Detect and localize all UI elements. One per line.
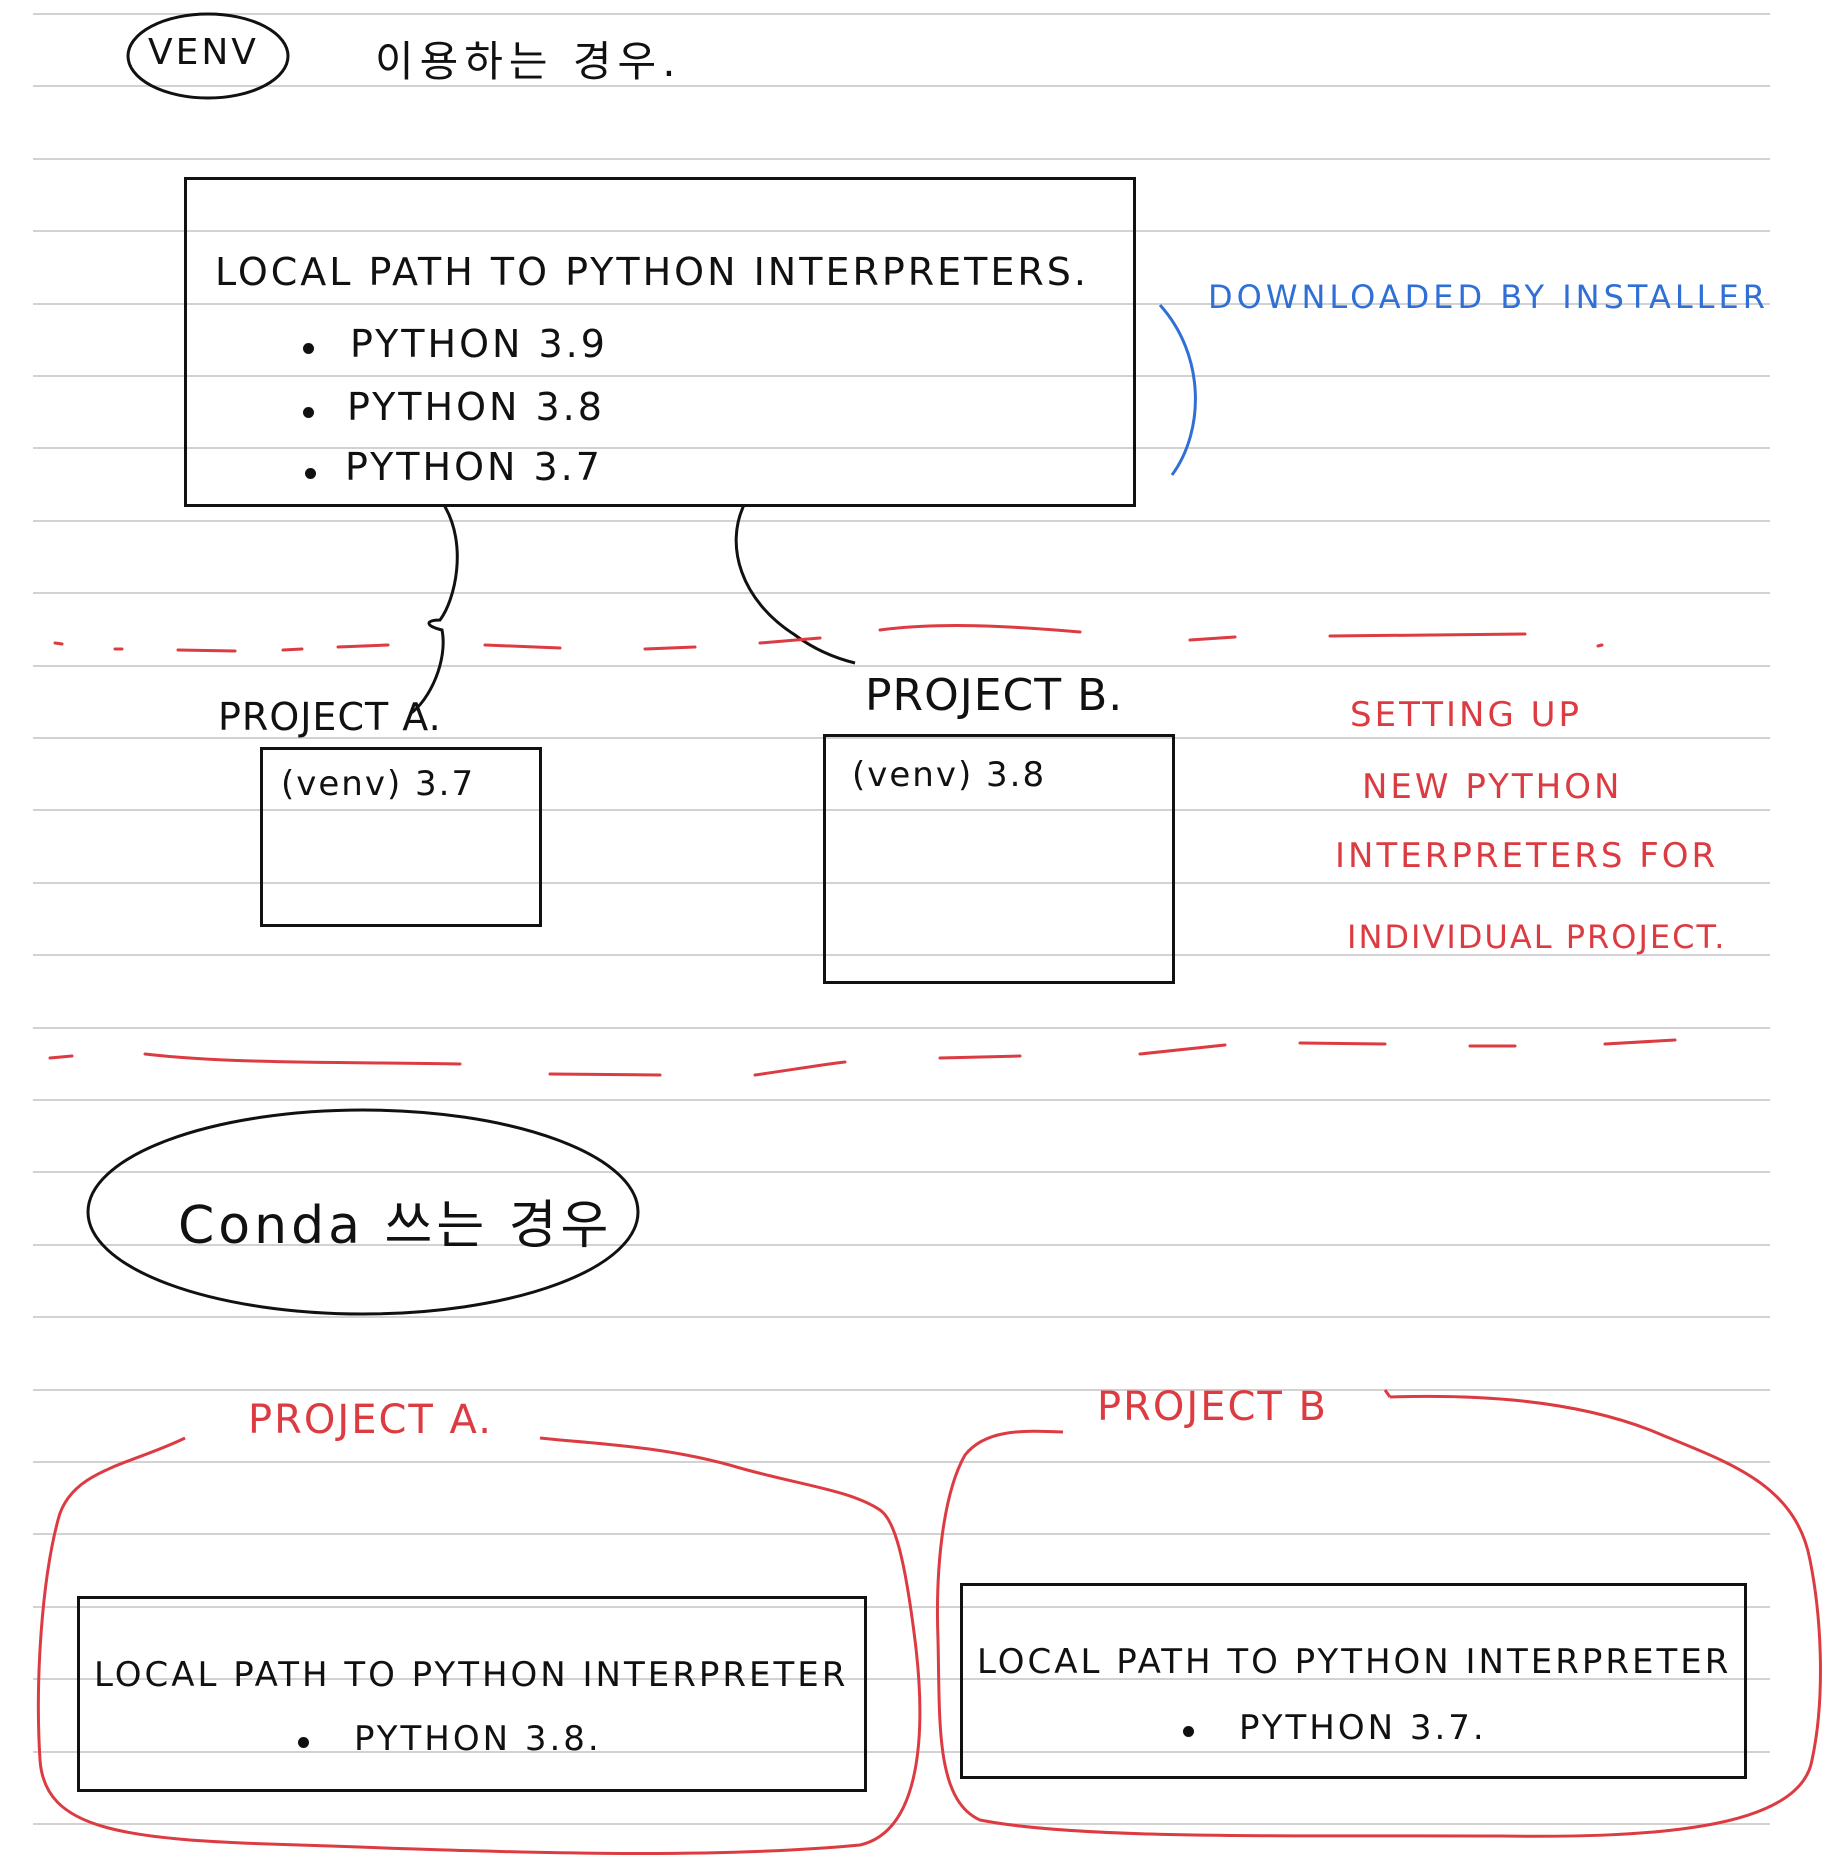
venv-project-a-label: PROJECT A. (218, 695, 442, 739)
conda-project-b-title: LOCAL PATH TO PYTHON INTERPRETER (977, 1642, 1732, 1682)
conda-heading: Conda 쓰는 경우 (178, 1196, 613, 1256)
venv-badge: VENV (148, 32, 259, 73)
conda-project-b-box: LOCAL PATH TO PYTHON INTERPRETER PYTHON … (960, 1583, 1747, 1779)
conda-project-a-box: LOCAL PATH TO PYTHON INTERPRETER PYTHON … (77, 1596, 867, 1792)
bullet-icon (303, 407, 314, 418)
venv-project-b-box: (venv) 3.8 (823, 734, 1175, 984)
red-separator-top (53, 624, 1604, 653)
interpreter-item: PYTHON 3.7 (345, 445, 603, 489)
interpreter-item: PYTHON 3.9 (350, 322, 608, 366)
setup-note-line: SETTING UP (1350, 695, 1583, 735)
setup-note-line: NEW PYTHON (1362, 767, 1623, 807)
setup-note-line: INDIVIDUAL PROJECT. (1347, 918, 1727, 956)
connector-project-a (409, 504, 459, 716)
bullet-icon (298, 1737, 309, 1748)
bullet-icon (303, 343, 314, 354)
setup-note-line: INTERPRETERS FOR (1335, 836, 1719, 876)
conda-project-a-item: PYTHON 3.8. (354, 1719, 602, 1759)
bullet-icon (1183, 1726, 1194, 1737)
conda-project-a-title: LOCAL PATH TO PYTHON INTERPRETER (94, 1655, 849, 1695)
venv-project-b-label: PROJECT B. (865, 670, 1124, 721)
notebook-page: VENV 이용하는 경우. LOCAL PATH TO PYTHON INTER… (0, 0, 1826, 1860)
red-separator-middle (48, 1038, 1677, 1077)
installer-bracket (1158, 303, 1197, 476)
conda-project-b-label: PROJECT B (1097, 1384, 1328, 1430)
bullet-icon (305, 468, 316, 479)
interpreter-item: PYTHON 3.8 (347, 385, 605, 429)
venv-project-a-env: (venv) 3.7 (281, 764, 476, 804)
interpreters-title: LOCAL PATH TO PYTHON INTERPRETERS. (215, 250, 1090, 294)
conda-project-a-label: PROJECT A. (248, 1397, 493, 1443)
conda-project-b-item: PYTHON 3.7. (1239, 1708, 1487, 1748)
venv-project-b-env: (venv) 3.8 (852, 755, 1047, 795)
installer-note: DOWNLOADED BY INSTALLER (1208, 278, 1769, 316)
interpreters-box: LOCAL PATH TO PYTHON INTERPRETERS. PYTHO… (184, 177, 1136, 507)
venv-project-a-box: (venv) 3.7 (260, 747, 542, 927)
venv-heading: 이용하는 경우. (375, 37, 682, 86)
